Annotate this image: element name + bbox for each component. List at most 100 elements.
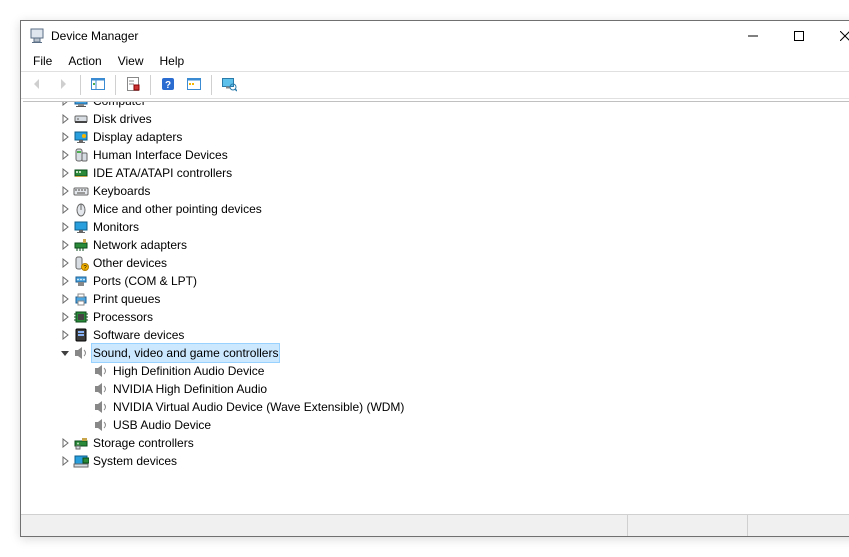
toolbar-separator	[115, 75, 116, 95]
back-button[interactable]	[25, 73, 49, 97]
tree-node-label: USB Audio Device	[111, 416, 213, 434]
chevron-right-icon[interactable]	[57, 102, 73, 109]
tree-node[interactable]: Print queues	[29, 290, 849, 308]
help-button[interactable]: ?	[156, 73, 180, 97]
properties-button[interactable]	[121, 73, 145, 97]
speaker-icon	[93, 399, 109, 415]
tree-node[interactable]: Human Interface Devices	[29, 146, 849, 164]
forward-button[interactable]	[51, 73, 75, 97]
close-button[interactable]	[822, 21, 849, 51]
computer-icon	[73, 102, 89, 109]
chevron-right-icon[interactable]	[57, 327, 73, 343]
tree-node[interactable]: Computer	[29, 102, 849, 110]
scan-icon	[186, 76, 202, 95]
speaker-icon	[93, 381, 109, 397]
toolbar-separator	[80, 75, 81, 95]
chevron-right-icon[interactable]	[57, 291, 73, 307]
statusbar	[21, 514, 849, 536]
show-hidden-button[interactable]	[217, 73, 241, 97]
tree-node[interactable]: Processors	[29, 308, 849, 326]
menu-file[interactable]: File	[25, 52, 60, 70]
chevron-right-icon[interactable]	[57, 309, 73, 325]
minimize-button[interactable]	[730, 21, 776, 51]
network-icon	[73, 237, 89, 253]
svg-text:?: ?	[165, 80, 171, 91]
menubar: File Action View Help	[21, 51, 849, 71]
speaker-icon	[93, 417, 109, 433]
tree-node-label: Mice and other pointing devices	[91, 200, 264, 218]
show-hide-tree-button[interactable]	[86, 73, 110, 97]
monitor-search-icon	[221, 76, 237, 95]
tree-node[interactable]: NVIDIA Virtual Audio Device (Wave Extens…	[29, 398, 849, 416]
keyboard-icon	[73, 183, 89, 199]
tree-node[interactable]: Disk drives	[29, 110, 849, 128]
tree-node-label: Ports (COM & LPT)	[91, 272, 199, 290]
chevron-right-icon[interactable]	[57, 435, 73, 451]
tree-node-label: Monitors	[91, 218, 141, 236]
disk-icon	[73, 111, 89, 127]
tree-node[interactable]: Keyboards	[29, 182, 849, 200]
chevron-right-icon[interactable]	[57, 183, 73, 199]
tree-node[interactable]: USB Audio Device	[29, 416, 849, 434]
tree-node-label: Computer	[91, 102, 148, 110]
chevron-right-icon[interactable]	[57, 219, 73, 235]
tree-node-label: NVIDIA High Definition Audio	[111, 380, 269, 398]
system-icon	[73, 453, 89, 469]
chevron-right-icon[interactable]	[57, 201, 73, 217]
status-cell	[21, 515, 628, 536]
menu-view[interactable]: View	[110, 52, 152, 70]
app-icon	[29, 28, 45, 44]
tree-node[interactable]: System devices	[29, 452, 849, 470]
tree-node-label: Disk drives	[91, 110, 154, 128]
arrow-left-icon	[29, 76, 45, 95]
toolbar: ?	[21, 71, 849, 99]
port-icon	[73, 273, 89, 289]
properties-icon	[125, 76, 141, 95]
chevron-down-icon[interactable]	[57, 345, 73, 361]
tree-node-label: Human Interface Devices	[91, 146, 230, 164]
other-icon	[73, 255, 89, 271]
scan-hardware-button[interactable]	[182, 73, 206, 97]
chevron-right-icon[interactable]	[57, 147, 73, 163]
chevron-right-icon[interactable]	[57, 129, 73, 145]
tree-node[interactable]: High Definition Audio Device	[29, 362, 849, 380]
device-manager-window: Device Manager File Action View Help ? C…	[20, 20, 849, 537]
tree-node[interactable]: Mice and other pointing devices	[29, 200, 849, 218]
mouse-icon	[73, 201, 89, 217]
tree-node[interactable]: IDE ATA/ATAPI controllers	[29, 164, 849, 182]
tree-node[interactable]: Ports (COM & LPT)	[29, 272, 849, 290]
tree-node[interactable]: Software devices	[29, 326, 849, 344]
help-icon: ?	[160, 76, 176, 95]
tree-node-label: Print queues	[91, 290, 162, 308]
menu-help[interactable]: Help	[152, 52, 193, 70]
chevron-right-icon[interactable]	[57, 237, 73, 253]
tree-node-label: IDE ATA/ATAPI controllers	[91, 164, 234, 182]
status-cell	[628, 515, 748, 536]
tree-node[interactable]: Other devices	[29, 254, 849, 272]
chevron-right-icon[interactable]	[57, 111, 73, 127]
toolbar-separator	[150, 75, 151, 95]
tree-node-label: High Definition Audio Device	[111, 362, 266, 380]
sound-icon	[73, 345, 89, 361]
tree-node-label: Other devices	[91, 254, 169, 272]
chevron-right-icon[interactable]	[57, 273, 73, 289]
tree-node-label: Sound, video and game controllers	[91, 343, 280, 363]
tree-node[interactable]: NVIDIA High Definition Audio	[29, 380, 849, 398]
tree-node[interactable]: Monitors	[29, 218, 849, 236]
tree-node[interactable]: Storage controllers	[29, 434, 849, 452]
chevron-right-icon[interactable]	[57, 453, 73, 469]
tree-node-label: Storage controllers	[91, 434, 196, 452]
storage-icon	[73, 435, 89, 451]
tree-node-label: Processors	[91, 308, 155, 326]
maximize-button[interactable]	[776, 21, 822, 51]
menu-action[interactable]: Action	[60, 52, 109, 70]
device-tree[interactable]: ComputerDisk drivesDisplay adaptersHuman…	[23, 102, 849, 512]
tree-node[interactable]: Display adapters	[29, 128, 849, 146]
chevron-right-icon[interactable]	[57, 255, 73, 271]
tree-node[interactable]: Sound, video and game controllers	[29, 344, 849, 362]
tree-node[interactable]: Network adapters	[29, 236, 849, 254]
window-controls	[730, 21, 849, 51]
display-icon	[73, 129, 89, 145]
chevron-right-icon[interactable]	[57, 165, 73, 181]
tree-node-label: System devices	[91, 452, 179, 470]
